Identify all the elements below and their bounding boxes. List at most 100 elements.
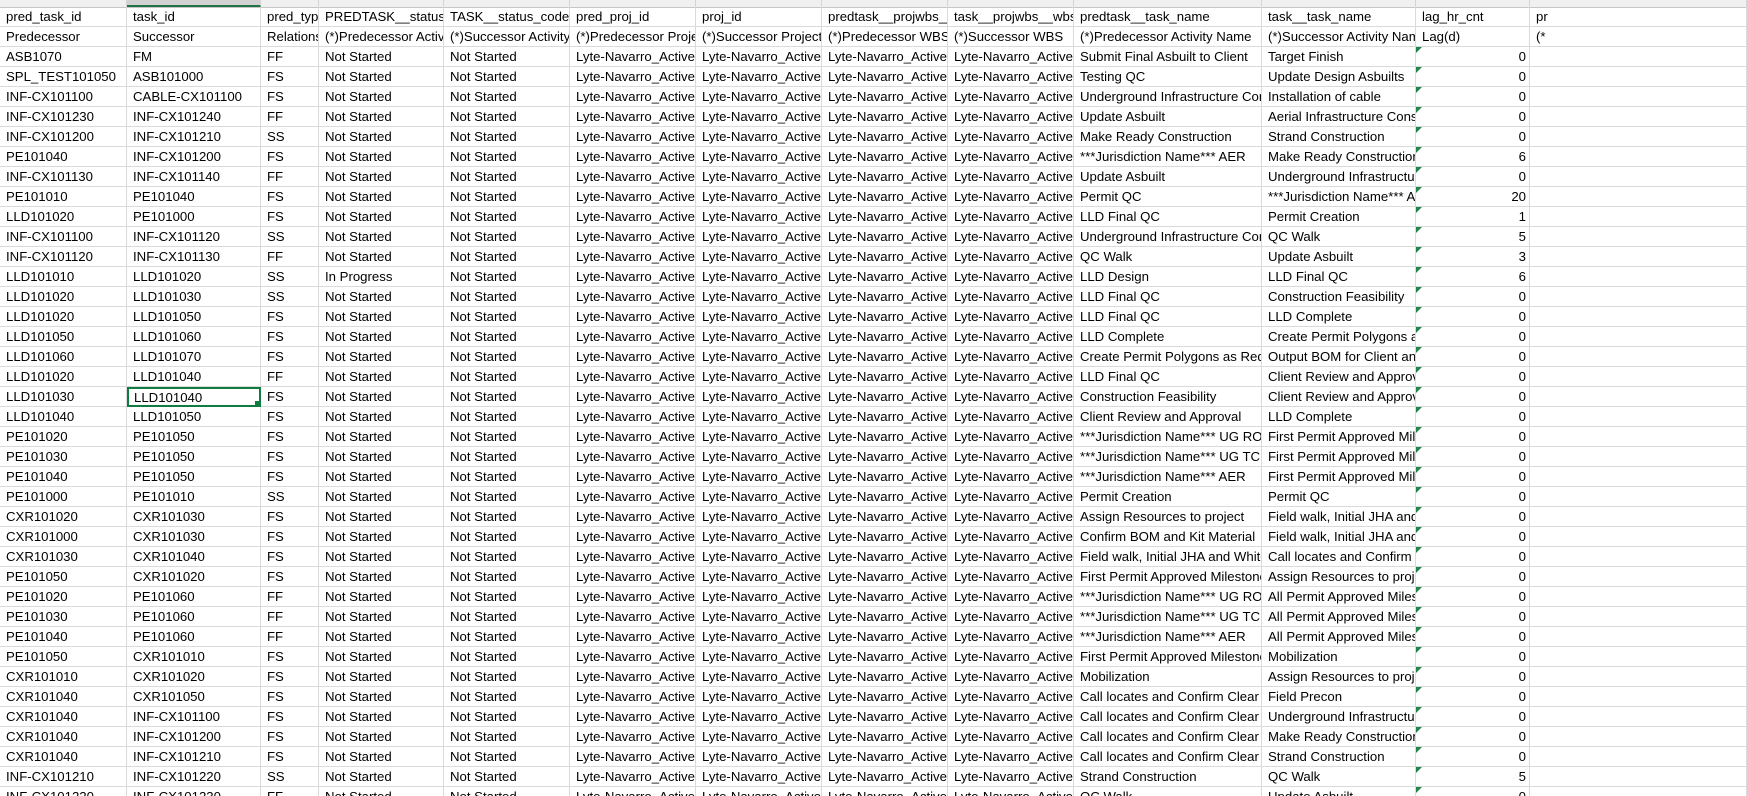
cell[interactable]: Lyte-Navarro_Active.4.01 (822, 707, 948, 727)
cell[interactable]: Not Started (444, 667, 570, 687)
cell[interactable]: Not Started (444, 547, 570, 567)
cell[interactable]: Lyte-Navarro_Active (570, 747, 696, 767)
cell[interactable]: Not Started (444, 167, 570, 187)
cell[interactable]: INF-CX101210 (127, 127, 261, 147)
cell[interactable] (1530, 507, 1747, 527)
cell[interactable]: 0 (1416, 167, 1530, 187)
cell[interactable]: FF (261, 587, 319, 607)
cell[interactable]: PE101020 (0, 427, 127, 447)
cell[interactable]: Client Review and Approval (1262, 367, 1416, 387)
cell[interactable]: INF-CX101140 (127, 167, 261, 187)
cell[interactable]: LLD101020 (0, 207, 127, 227)
cell[interactable]: Make Ready Construction (1262, 147, 1416, 167)
cell[interactable]: INF-CX101100 (0, 227, 127, 247)
cell[interactable]: Lyte-Navarro_Active.4.01 (822, 347, 948, 367)
cell[interactable]: Not Started (319, 407, 444, 427)
cell[interactable]: 0 (1416, 47, 1530, 67)
cell[interactable]: Relationship Type (261, 27, 319, 47)
cell[interactable]: Field walk, Initial JHA and White Lining (1262, 527, 1416, 547)
cell[interactable]: (*)Predecessor WBS (822, 27, 948, 47)
cell[interactable]: INF-CX101200 (0, 127, 127, 147)
cell[interactable] (1530, 67, 1747, 87)
cell[interactable]: 0 (1416, 567, 1530, 587)
cell[interactable]: Lyte-Navarro_Active.4.01 (822, 407, 948, 427)
cell[interactable]: Lyte-Navarro_Active.4.01 (948, 447, 1074, 467)
cell[interactable]: 0 (1416, 687, 1530, 707)
cell[interactable]: LLD101050 (127, 407, 261, 427)
cell[interactable]: Lyte-Navarro_Active (570, 267, 696, 287)
cell[interactable]: CXR101040 (0, 727, 127, 747)
cell[interactable] (1530, 287, 1747, 307)
cell[interactable]: Lyte-Navarro_Active.4.01 (822, 647, 948, 667)
cell[interactable]: INF-CX101100 (0, 87, 127, 107)
cell[interactable]: Not Started (319, 767, 444, 787)
cell[interactable]: 0 (1416, 67, 1530, 87)
cell[interactable]: ***Jurisdiction Name*** AER (1074, 147, 1262, 167)
cell[interactable]: 6 (1416, 147, 1530, 167)
cell[interactable]: Not Started (319, 507, 444, 527)
cell[interactable]: LLD101060 (0, 347, 127, 367)
cell[interactable]: PE101000 (127, 207, 261, 227)
cell[interactable]: Lyte-Navarro_Active (570, 187, 696, 207)
cell[interactable]: 5 (1416, 227, 1530, 247)
cell[interactable]: Lyte-Navarro_Active (570, 127, 696, 147)
cell[interactable]: 0 (1416, 407, 1530, 427)
cell[interactable]: Lyte-Navarro_Active.4.01 (948, 387, 1074, 407)
cell[interactable]: INF-CX101100 (127, 707, 261, 727)
cell[interactable]: FS (261, 307, 319, 327)
cell[interactable]: Not Started (319, 327, 444, 347)
cell[interactable]: Lyte-Navarro_Active (570, 487, 696, 507)
cell[interactable]: Lyte-Navarro_Active (570, 167, 696, 187)
cell[interactable]: Lyte-Navarro_Active (696, 287, 822, 307)
cell[interactable]: INF-CX101220 (127, 767, 261, 787)
cell[interactable]: TASK__status_code (444, 7, 570, 27)
cell[interactable]: SPL_TEST101050 (0, 67, 127, 87)
cell[interactable]: SS (261, 287, 319, 307)
cell[interactable]: Not Started (444, 527, 570, 547)
cell[interactable]: (*)Predecessor Project (570, 27, 696, 47)
cell[interactable]: Lyte-Navarro_Active (696, 787, 822, 796)
cell[interactable]: Not Started (444, 587, 570, 607)
cell[interactable]: Lyte-Navarro_Active.4.01 (948, 747, 1074, 767)
cell[interactable]: Lyte-Navarro_Active.4.01 (948, 667, 1074, 687)
cell[interactable]: FF (261, 107, 319, 127)
cell[interactable]: Lyte-Navarro_Active (570, 67, 696, 87)
cell[interactable]: LLD Complete (1262, 407, 1416, 427)
cell[interactable]: Lyte-Navarro_Active.4.01 (822, 567, 948, 587)
cell[interactable]: (*)Predecessor Activity Status (319, 27, 444, 47)
cell[interactable]: Lyte-Navarro_Active (570, 627, 696, 647)
cell[interactable]: Lyte-Navarro_Active.4.01 (822, 727, 948, 747)
cell[interactable]: Lyte-Navarro_Active.4.01 (948, 647, 1074, 667)
cell[interactable]: CXR101010 (127, 647, 261, 667)
cell[interactable]: Not Started (319, 207, 444, 227)
cell[interactable]: Lyte-Navarro_Active (570, 687, 696, 707)
cell[interactable]: LLD101030 (127, 287, 261, 307)
cell[interactable]: Lyte-Navarro_Active (570, 787, 696, 796)
cell[interactable]: FS (261, 547, 319, 567)
cell[interactable]: Not Started (444, 447, 570, 467)
cell[interactable]: CXR101050 (127, 687, 261, 707)
cell[interactable]: Lyte-Navarro_Active.4.01 (948, 147, 1074, 167)
cell[interactable]: Update Asbuilt (1262, 247, 1416, 267)
cell[interactable]: Mobilization (1262, 647, 1416, 667)
cell[interactable]: SS (261, 227, 319, 247)
cell[interactable]: LLD101060 (127, 327, 261, 347)
cell[interactable]: Not Started (319, 527, 444, 547)
cell[interactable]: FF (261, 47, 319, 67)
cell[interactable]: Not Started (444, 407, 570, 427)
cell[interactable]: First Permit Approved Milestone (1074, 567, 1262, 587)
cell[interactable]: Lyte-Navarro_Active (696, 127, 822, 147)
column-header-1[interactable] (0, 0, 127, 7)
cell[interactable]: Permit QC (1262, 487, 1416, 507)
cell[interactable]: Not Started (319, 487, 444, 507)
cell[interactable]: Lyte-Navarro_Active.4.01 (822, 687, 948, 707)
cell[interactable]: Target Finish (1262, 47, 1416, 67)
cell[interactable]: ***Jurisdiction Name*** UG TCP (1074, 447, 1262, 467)
cell[interactable]: Lyte-Navarro_Active (696, 747, 822, 767)
cell[interactable]: ***Jurisdiction Name*** AER (1074, 467, 1262, 487)
column-header-13[interactable] (1530, 0, 1747, 7)
cell[interactable]: Lyte-Navarro_Active (696, 647, 822, 667)
cell[interactable] (1530, 687, 1747, 707)
cell[interactable]: Lyte-Navarro_Active.4.01 (948, 247, 1074, 267)
cell[interactable]: Lyte-Navarro_Active.4.01 (822, 187, 948, 207)
